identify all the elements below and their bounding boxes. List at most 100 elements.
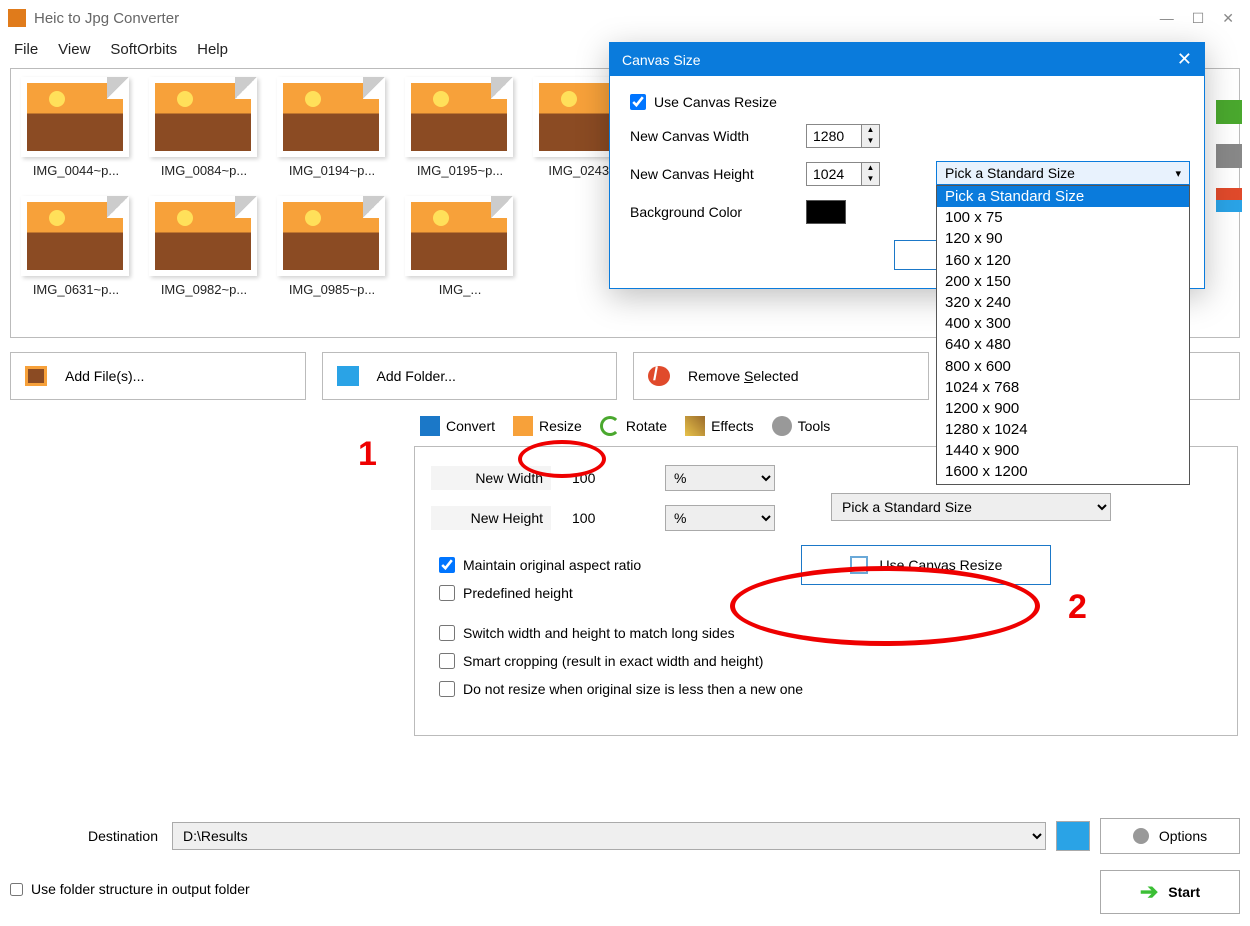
thumbnail-item[interactable]: IMG_0982~p... [149, 196, 259, 297]
thumbnail-item[interactable]: IMG_0985~p... [277, 196, 387, 297]
size-option[interactable]: 1600 x 1200 [937, 461, 1189, 482]
use-canvas-resize-checkbox[interactable] [630, 94, 646, 110]
use-canvas-resize-button[interactable]: Use Canvas Resize [801, 545, 1051, 585]
size-option[interactable]: 1600 x 1050 [937, 483, 1189, 485]
tab-effects[interactable]: Effects [679, 412, 760, 440]
tab-tools[interactable]: Tools [766, 412, 837, 440]
predefined-height-checkbox[interactable] [439, 585, 455, 601]
folder-icon [337, 366, 359, 386]
size-option[interactable]: 1280 x 1024 [937, 419, 1189, 440]
menu-view[interactable]: View [50, 39, 98, 60]
thumbnail-item[interactable]: IMG_0194~p... [277, 77, 387, 178]
size-option[interactable]: 120 x 90 [937, 228, 1189, 249]
browse-folder-button[interactable] [1056, 821, 1090, 851]
resize-panel: New Width % New Height % Pick a Standard… [414, 446, 1238, 736]
close-button[interactable]: ✕ [1222, 10, 1234, 27]
thumbnail-item[interactable]: IMG_0044~p... [21, 77, 131, 178]
maintain-aspect-checkbox[interactable] [439, 557, 455, 573]
thumbnail-image [21, 196, 129, 276]
add-files-button[interactable]: Add File(s)... [10, 352, 306, 400]
effects-icon [685, 416, 705, 436]
spin-up-icon[interactable]: ▲ [861, 125, 879, 136]
annotation-marker-1: 1 [358, 435, 377, 474]
canvas-height-input[interactable] [807, 163, 861, 185]
minimize-button[interactable]: — [1160, 10, 1174, 27]
thumbnail-item[interactable]: IMG_0195~p... [405, 77, 515, 178]
smart-cropping-checkbox[interactable] [439, 653, 455, 669]
canvas-height-spinner[interactable]: ▲▼ [806, 162, 880, 186]
size-option[interactable]: 1440 x 900 [937, 440, 1189, 461]
title-bar: Heic to Jpg Converter — ☐ ✕ [0, 0, 1250, 36]
rotate-icon [600, 416, 620, 436]
no-resize-smaller-checkbox[interactable] [439, 681, 455, 697]
thumbnail-label: IMG_0631~p... [21, 282, 131, 297]
thumbnail-label: IMG_0044~p... [21, 163, 131, 178]
size-option[interactable]: 320 x 240 [937, 292, 1189, 313]
tab-resize[interactable]: Resize [507, 412, 588, 440]
new-height-input[interactable] [565, 506, 651, 530]
canvas-height-label: New Canvas Height [630, 166, 790, 182]
spin-up-icon[interactable]: ▲ [861, 163, 879, 174]
thumbnail-image [277, 196, 385, 276]
width-unit-select[interactable]: % [665, 465, 775, 491]
thumbnail-item[interactable]: IMG_0631~p... [21, 196, 131, 297]
add-folder-button[interactable]: Add Folder... [322, 352, 618, 400]
size-option[interactable]: Pick a Standard Size [937, 186, 1189, 207]
size-option[interactable]: 1200 x 900 [937, 398, 1189, 419]
menu-file[interactable]: File [6, 39, 46, 60]
size-option[interactable]: 800 x 600 [937, 356, 1189, 377]
app-icon [8, 9, 26, 27]
size-option[interactable]: 100 x 75 [937, 207, 1189, 228]
spin-down-icon[interactable]: ▼ [861, 136, 879, 147]
bottom-bar: Destination D:\Results Options Use folde… [10, 818, 1240, 914]
thumbnail-item[interactable]: IMG_0084~p... [149, 77, 259, 178]
side-list-icon[interactable] [1216, 144, 1242, 168]
options-button[interactable]: Options [1100, 818, 1240, 854]
destination-label: Destination [10, 828, 162, 844]
background-color-swatch[interactable] [806, 200, 846, 224]
standard-size-selected[interactable]: Pick a Standard Size ▾ [936, 161, 1190, 185]
side-view-icon[interactable] [1216, 100, 1242, 124]
maximize-button[interactable]: ☐ [1192, 10, 1205, 27]
canvas-width-label: New Canvas Width [630, 128, 790, 144]
annotation-marker-2: 2 [1068, 588, 1087, 627]
tab-convert[interactable]: Convert [414, 412, 501, 440]
chevron-down-icon: ▾ [1175, 167, 1181, 180]
add-files-label: Add File(s)... [65, 368, 144, 384]
menu-help[interactable]: Help [189, 39, 236, 60]
new-height-label: New Height [431, 506, 551, 530]
play-icon: ➔ [1140, 879, 1158, 905]
dialog-title-bar[interactable]: Canvas Size ✕ [610, 43, 1204, 76]
switch-sides-checkbox[interactable] [439, 625, 455, 641]
side-toolbar [1216, 100, 1242, 212]
tab-rotate[interactable]: Rotate [594, 412, 673, 440]
size-option[interactable]: 200 x 150 [937, 271, 1189, 292]
dialog-close-button[interactable]: ✕ [1177, 49, 1192, 70]
standard-size-select[interactable]: Pick a Standard Size [831, 493, 1111, 521]
spin-down-icon[interactable]: ▼ [861, 174, 879, 185]
tools-icon [772, 416, 792, 436]
size-option[interactable]: 640 x 480 [937, 334, 1189, 355]
size-option[interactable]: 160 x 120 [937, 250, 1189, 271]
standard-size-listbox[interactable]: Pick a Standard Size100 x 75120 x 90160 … [936, 185, 1190, 485]
thumbnail-label: IMG_0084~p... [149, 163, 259, 178]
canvas-width-spinner[interactable]: ▲▼ [806, 124, 880, 148]
size-option[interactable]: 1024 x 768 [937, 377, 1189, 398]
size-option[interactable]: 400 x 300 [937, 313, 1189, 334]
thumbnail-item[interactable]: IMG_... [405, 196, 515, 297]
new-width-input[interactable] [565, 466, 651, 490]
height-unit-select[interactable]: % [665, 505, 775, 531]
thumbnail-label: IMG_0985~p... [277, 282, 387, 297]
resize-icon [513, 416, 533, 436]
start-button[interactable]: ➔ Start [1100, 870, 1240, 914]
dialog-title: Canvas Size [622, 52, 701, 68]
use-folder-structure-checkbox[interactable] [10, 883, 23, 896]
canvas-width-input[interactable] [807, 125, 861, 147]
destination-select[interactable]: D:\Results [172, 822, 1046, 850]
remove-selected-button[interactable]: Remove Selected [633, 352, 929, 400]
side-grid-icon[interactable] [1216, 188, 1242, 212]
menu-softorbits[interactable]: SoftOrbits [102, 39, 185, 60]
standard-size-dropdown[interactable]: Pick a Standard Size ▾ Pick a Standard S… [936, 161, 1190, 485]
thumbnail-image [405, 196, 513, 276]
use-folder-structure-label: Use folder structure in output folder [31, 881, 250, 897]
